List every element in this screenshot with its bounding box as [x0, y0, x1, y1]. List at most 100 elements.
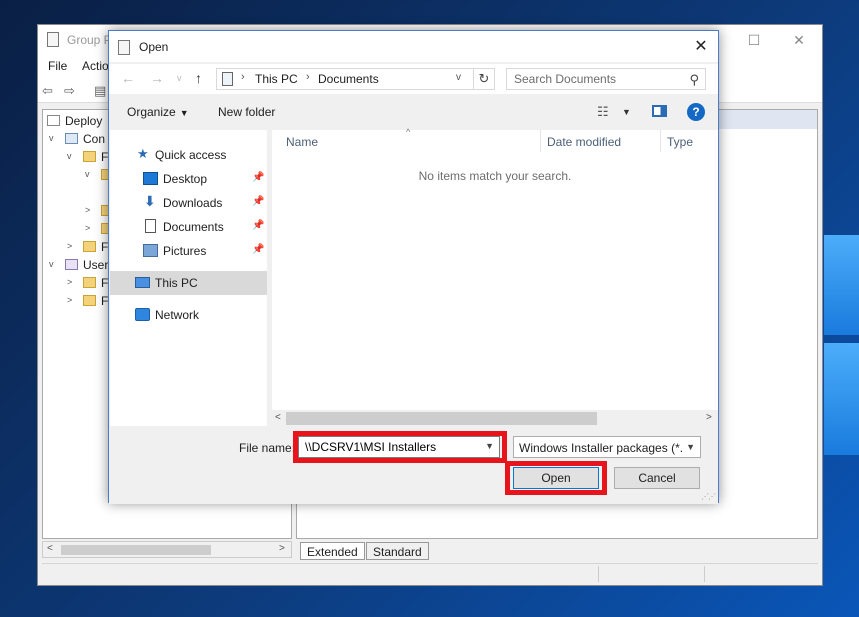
breadcrumb-separator[interactable]: ›: [241, 71, 245, 83]
sidebar-item-desktop[interactable]: Desktop 📌: [110, 167, 267, 191]
breadcrumb-documents[interactable]: Documents: [318, 72, 379, 86]
navigation-bar: ← → v ↑ › This PC › Documents v ↻ ⚲: [109, 64, 718, 94]
sidebar-item-network[interactable]: Network: [110, 303, 267, 327]
file-name-highlight-box: [293, 431, 507, 463]
pin-icon[interactable]: 📌: [252, 172, 264, 183]
scroll-right-icon[interactable]: >: [279, 543, 285, 554]
sidebar-item-label: Pictures: [163, 244, 207, 258]
gp-menu-action[interactable]: Actio: [82, 59, 109, 73]
this-pc-icon: [222, 72, 233, 86]
scroll-thumb[interactable]: [61, 545, 211, 555]
up-arrow-icon[interactable]: ↑: [195, 70, 202, 86]
gp-maximize-button[interactable]: ☐: [732, 28, 776, 52]
tab-extended[interactable]: Extended: [300, 542, 365, 560]
download-icon: ⬇: [144, 193, 156, 209]
change-view-icon[interactable]: ☷: [597, 104, 609, 120]
dialog-title: Open: [139, 40, 169, 54]
file-list-pane: ^ Name Date modified Type No items match…: [272, 127, 718, 426]
search-input[interactable]: [507, 69, 682, 89]
sidebar-item-this-pc[interactable]: This PC: [110, 271, 267, 295]
search-icon[interactable]: ⚲: [689, 72, 699, 88]
cancel-button[interactable]: Cancel: [614, 467, 700, 489]
sidebar-item-label: Documents: [163, 220, 224, 234]
gp-close-button[interactable]: ✕: [777, 28, 821, 52]
gp-title: Group P: [67, 33, 112, 47]
folder-icon: [83, 151, 96, 162]
gpo-icon: [47, 115, 60, 126]
star-icon: ★: [137, 146, 149, 161]
tab-standard[interactable]: Standard: [366, 542, 429, 560]
scroll-left-icon[interactable]: <: [275, 412, 281, 423]
command-bar: Organize ▼ New folder ☷ ▼ ?: [109, 96, 718, 130]
back-arrow-icon[interactable]: ←: [121, 70, 135, 86]
file-list-scrollbar[interactable]: < >: [272, 410, 718, 427]
chevron-down-icon[interactable]: v: [49, 259, 54, 269]
navigation-pane: ★ Quick access Desktop 📌 ⬇ Downloads 📌 D…: [110, 130, 267, 426]
scroll-thumb[interactable]: [286, 412, 597, 425]
column-header-date-modified[interactable]: Date modified: [547, 135, 621, 149]
back-arrow-icon[interactable]: ⇦: [42, 83, 53, 99]
sort-ascending-icon: ^: [406, 127, 411, 137]
folder-icon: [83, 277, 96, 288]
sidebar-item-quick-access[interactable]: ★ Quick access: [110, 143, 267, 167]
forward-arrow-icon[interactable]: →: [150, 70, 164, 86]
refresh-icon[interactable]: ↻: [473, 68, 495, 90]
sidebar-item-label: Downloads: [163, 196, 223, 210]
column-divider[interactable]: [540, 130, 541, 152]
computer-config-icon: [65, 133, 78, 144]
dialog-titlebar: Open ✕: [109, 31, 718, 62]
chevron-down-icon[interactable]: v: [456, 72, 461, 83]
close-icon[interactable]: ✕: [684, 31, 718, 62]
pin-icon[interactable]: 📌: [252, 220, 264, 231]
sidebar-item-label: Quick access: [155, 148, 227, 162]
chevron-right-icon[interactable]: >: [67, 277, 72, 287]
scroll-right-icon[interactable]: >: [706, 412, 712, 423]
chevron-down-icon: ▼: [179, 108, 189, 118]
chevron-right-icon[interactable]: >: [85, 205, 90, 215]
gp-status-bar: [42, 563, 818, 583]
address-bar[interactable]: › This PC › Documents v: [216, 68, 479, 90]
scroll-left-icon[interactable]: <: [47, 543, 53, 554]
help-icon[interactable]: ?: [687, 103, 705, 121]
file-name-label: File name:: [239, 441, 296, 455]
resize-grip-icon[interactable]: ⋰⋰: [701, 492, 716, 501]
gp-menu-file[interactable]: File: [48, 59, 67, 73]
chevron-down-icon[interactable]: v: [49, 133, 54, 143]
organize-button[interactable]: Organize ▼: [127, 105, 189, 119]
windows-logo: [818, 235, 859, 455]
pin-icon[interactable]: 📌: [252, 244, 264, 255]
organize-label: Organize: [127, 105, 176, 119]
chevron-right-icon[interactable]: >: [67, 241, 72, 251]
chevron-right-icon[interactable]: >: [85, 223, 90, 233]
breadcrumb-this-pc[interactable]: This PC: [255, 72, 298, 86]
gp-tree-scrollbar[interactable]: < >: [42, 541, 292, 558]
chevron-down-icon[interactable]: v: [85, 169, 90, 179]
documents-icon: [145, 219, 156, 233]
sidebar-item-label: Network: [155, 308, 200, 322]
sidebar-item-downloads[interactable]: ⬇ Downloads 📌: [110, 191, 267, 215]
chevron-right-icon[interactable]: >: [67, 295, 72, 305]
column-header-type[interactable]: Type: [667, 135, 693, 149]
file-type-select[interactable]: Windows Installer packages (*.msi) ▼: [513, 436, 701, 458]
dialog-app-icon: [118, 40, 130, 55]
breadcrumb-separator[interactable]: ›: [306, 71, 310, 83]
column-divider[interactable]: [660, 130, 661, 152]
user-config-icon: [65, 259, 78, 270]
forward-arrow-icon[interactable]: ⇨: [64, 83, 75, 99]
new-folder-button[interactable]: New folder: [218, 105, 275, 119]
pictures-icon: [143, 244, 158, 257]
recent-locations-icon[interactable]: v: [177, 73, 182, 83]
column-header-name[interactable]: Name: [286, 135, 318, 149]
preview-pane-icon[interactable]: [652, 105, 667, 117]
pin-icon[interactable]: 📌: [252, 196, 264, 207]
chevron-down-icon[interactable]: ▼: [686, 442, 695, 452]
sidebar-item-documents[interactable]: Documents 📌: [110, 215, 267, 239]
dialog-footer: File name: ▼ Windows Installer packages …: [109, 427, 718, 504]
open-button-highlight-box: [505, 461, 607, 495]
search-box[interactable]: ⚲: [506, 68, 706, 90]
open-dialog: Open ✕ ← → v ↑ › This PC › Documents v ↻…: [108, 30, 719, 504]
chevron-down-icon[interactable]: v: [67, 151, 72, 161]
sidebar-item-pictures[interactable]: Pictures 📌: [110, 239, 267, 263]
console-tree-icon[interactable]: ▤: [94, 83, 106, 99]
chevron-down-icon[interactable]: ▼: [622, 107, 631, 117]
